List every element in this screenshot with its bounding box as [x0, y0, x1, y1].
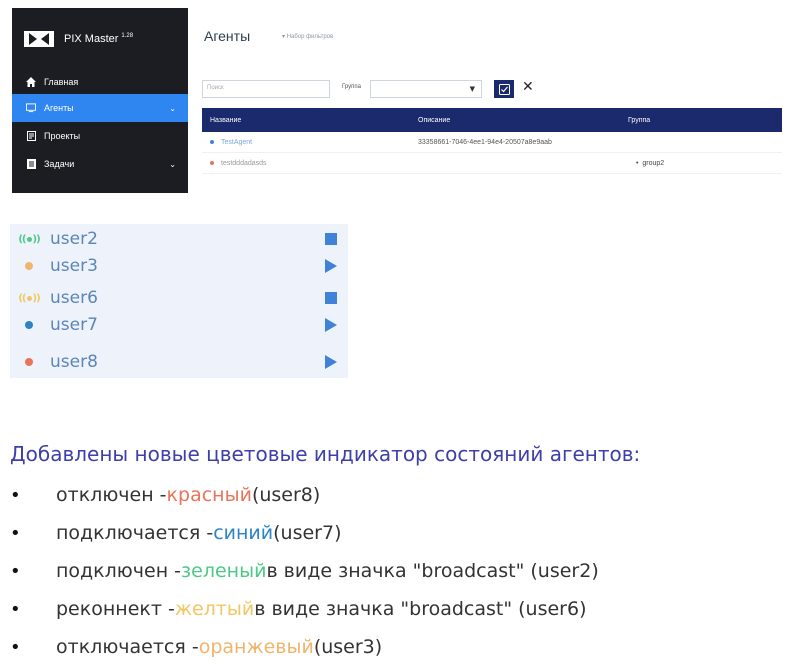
play-button[interactable] [324, 318, 338, 332]
sidebar-item-home[interactable]: Главная [12, 68, 188, 96]
chevron-down-icon: ⌄ [169, 159, 176, 169]
logo-icon [24, 31, 54, 47]
search-input[interactable]: Поиск [202, 80, 330, 98]
bullet-icon: • [10, 484, 21, 506]
brand[interactable]: PIX Master 1.28 [24, 28, 133, 50]
user-name: user6 [50, 288, 98, 308]
project-icon [26, 131, 36, 141]
main-content: Агенты ▾ Набор фильтров Поиск Группа ▼ ✕… [196, 8, 782, 193]
list-item[interactable]: user3 [10, 253, 348, 279]
agent-name-cell[interactable]: testdddadasds [202, 160, 410, 167]
group-select[interactable]: ▼ [370, 80, 482, 98]
bullet-icon: • [10, 598, 21, 620]
list-item[interactable]: user7 [10, 312, 348, 338]
tasks-icon [26, 159, 36, 169]
agent-status-panel: (()) user2 user3 (()) user6 user7 user8 [10, 224, 348, 378]
apply-filter-button[interactable] [494, 80, 514, 98]
color-word: желтый [174, 598, 255, 620]
sidebar: PIX Master1.28 Главная Агенты ⌄ Проекты [12, 8, 188, 193]
list-item[interactable]: (()) user6 [10, 285, 348, 311]
list-item[interactable]: (()) user2 [10, 226, 348, 252]
app-screenshot: PIX Master1.28 Главная Агенты ⌄ Проекты [12, 8, 782, 193]
brand-name: PIX Master 1.28 [64, 33, 134, 45]
bullet-icon: • [10, 522, 21, 544]
table-row[interactable]: testdddadasds • group2 [202, 153, 782, 174]
list-item: • отключен - красный (user8) [10, 484, 321, 506]
list-item: • подключен - зеленый в виде значка "broa… [10, 560, 599, 582]
sidebar-item-label: Проекты [44, 131, 81, 141]
group-label: Группа [342, 84, 362, 90]
broadcast-icon: (()) [18, 233, 40, 245]
status-dot-icon [16, 315, 42, 335]
user-name: user8 [50, 352, 98, 372]
table-row[interactable]: TestAgent 33358661-7046-4ee1-94e4-20507a… [202, 132, 782, 153]
column-header-name[interactable]: Название [202, 117, 410, 124]
edit-check-icon [498, 83, 510, 95]
stop-button[interactable] [324, 291, 338, 305]
color-word: красный [166, 484, 252, 506]
sidebar-item-tasks[interactable]: Задачи ⌄ [12, 150, 188, 178]
column-header-group[interactable]: Группа [620, 117, 782, 124]
color-word: зеленый [181, 560, 267, 582]
monitor-icon [26, 103, 36, 113]
status-dot-icon [210, 161, 214, 165]
user-name: user3 [50, 256, 98, 276]
bullet-icon: • [10, 560, 21, 582]
list-item[interactable]: user8 [10, 349, 348, 375]
list-item: • реконнект - желтый в виде значка "broad… [10, 598, 587, 620]
agent-group-cell: • group2 [636, 159, 665, 167]
play-button[interactable] [324, 355, 338, 369]
user-name: user7 [50, 315, 98, 335]
status-dot-icon [16, 256, 42, 276]
status-dot-icon [210, 140, 214, 144]
sidebar-item-agents[interactable]: Агенты ⌄ [12, 94, 188, 122]
play-button[interactable] [324, 259, 338, 273]
broadcast-icon: (()) [18, 292, 40, 304]
agent-description-cell: 33358661-7046-4ee1-94e4-20507a8e9aab [418, 138, 552, 146]
page-title: Агенты [204, 28, 251, 44]
color-word: оранжевый [198, 636, 314, 658]
column-header-description[interactable]: Описание [410, 117, 620, 124]
agents-table: Название Описание Группа TestAgent 33358… [202, 108, 782, 174]
sidebar-item-projects[interactable]: Проекты [12, 122, 188, 150]
user-name: user2 [50, 229, 98, 249]
status-legend-list: • отключен - красный (user8) • подключаетс… [10, 476, 599, 666]
color-word: синий [213, 522, 274, 544]
status-dot-icon [16, 352, 42, 372]
clear-filter-button[interactable]: ✕ [522, 79, 534, 95]
list-item: • подключается - синий (user7) [10, 522, 342, 544]
sidebar-item-label: Агенты [44, 103, 74, 113]
filter-set-dropdown[interactable]: ▾ Набор фильтров [282, 33, 333, 40]
table-header: Название Описание Группа [202, 108, 782, 132]
sidebar-item-label: Главная [44, 77, 79, 87]
description-title: Добавлены новые цветовые индикатор состо… [10, 442, 641, 466]
agent-name-cell[interactable]: TestAgent [202, 139, 410, 146]
chevron-down-icon: ⌄ [169, 103, 176, 113]
list-item: • отключается - оранжевый (user3) [10, 636, 383, 658]
sidebar-item-label: Задачи [44, 159, 75, 169]
stop-button[interactable] [324, 232, 338, 246]
bullet-icon: • [10, 636, 21, 658]
brand-version: 1.28 [121, 33, 134, 39]
home-icon [26, 77, 36, 87]
chevron-down-icon: ▼ [469, 85, 475, 93]
